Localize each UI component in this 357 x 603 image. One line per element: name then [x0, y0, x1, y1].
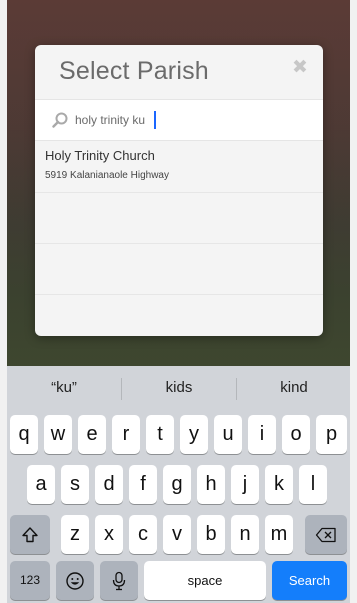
key-d[interactable]: d — [95, 465, 123, 504]
key-k[interactable]: k — [265, 465, 293, 504]
suggestion-2[interactable]: kids — [122, 379, 236, 396]
key-o[interactable]: o — [282, 415, 310, 454]
key-j[interactable]: j — [231, 465, 259, 504]
result-address: 5919 Kalanianaole Highway — [45, 170, 169, 181]
close-icon[interactable]: ✖ — [291, 58, 309, 77]
key-a[interactable]: a — [27, 465, 55, 504]
key-h[interactable]: h — [197, 465, 225, 504]
emoji-icon — [66, 572, 84, 590]
numbers-key[interactable]: 123 — [10, 561, 50, 600]
key-x[interactable]: x — [95, 515, 123, 554]
backspace-key[interactable] — [305, 515, 347, 554]
key-r[interactable]: r — [112, 415, 140, 454]
suggestion-3[interactable]: kind — [237, 379, 350, 396]
key-p[interactable]: p — [316, 415, 347, 454]
key-c[interactable]: c — [129, 515, 157, 554]
key-l[interactable]: l — [299, 465, 327, 504]
key-t[interactable]: t — [146, 415, 174, 454]
key-q[interactable]: q — [10, 415, 38, 454]
key-w[interactable]: w — [44, 415, 72, 454]
key-u[interactable]: u — [214, 415, 242, 454]
search-icon — [52, 112, 68, 128]
keyboard: “ku” kids kind q w e r t y u i o p a s d… — [7, 366, 350, 603]
dialog-title: Select Parish — [59, 57, 209, 85]
key-z[interactable]: z — [61, 515, 89, 554]
microphone-key[interactable] — [100, 561, 138, 600]
empty-row — [35, 193, 323, 244]
backspace-icon — [315, 527, 336, 542]
result-item[interactable]: Holy Trinity Church 5919 Kalanianaole Hi… — [35, 140, 323, 193]
empty-row — [35, 244, 323, 295]
emoji-key[interactable] — [56, 561, 94, 600]
key-e[interactable]: e — [78, 415, 106, 454]
key-s[interactable]: s — [61, 465, 89, 504]
empty-row — [35, 295, 323, 336]
search-input[interactable] — [75, 107, 305, 133]
key-i[interactable]: i — [248, 415, 276, 454]
key-f[interactable]: f — [129, 465, 157, 504]
app-frame: Select Parish ✖ Holy Trinity Church 5919… — [7, 0, 350, 603]
shift-key[interactable] — [10, 515, 50, 554]
shift-icon — [22, 527, 38, 542]
key-v[interactable]: v — [163, 515, 191, 554]
key-m[interactable]: m — [265, 515, 293, 554]
results-list: Holy Trinity Church 5919 Kalanianaole Hi… — [35, 140, 323, 336]
suggestion-1[interactable]: “ku” — [7, 379, 121, 396]
search-bar — [35, 99, 323, 141]
search-button[interactable]: Search — [272, 561, 347, 600]
text-caret — [154, 111, 156, 129]
result-name: Holy Trinity Church — [45, 148, 155, 163]
key-y[interactable]: y — [180, 415, 208, 454]
suggestion-bar: “ku” kids kind — [7, 366, 350, 410]
microphone-icon — [112, 571, 126, 590]
select-parish-dialog: Select Parish ✖ Holy Trinity Church 5919… — [35, 45, 323, 336]
key-g[interactable]: g — [163, 465, 191, 504]
key-n[interactable]: n — [231, 515, 259, 554]
space-key[interactable]: space — [144, 561, 266, 600]
key-b[interactable]: b — [197, 515, 225, 554]
